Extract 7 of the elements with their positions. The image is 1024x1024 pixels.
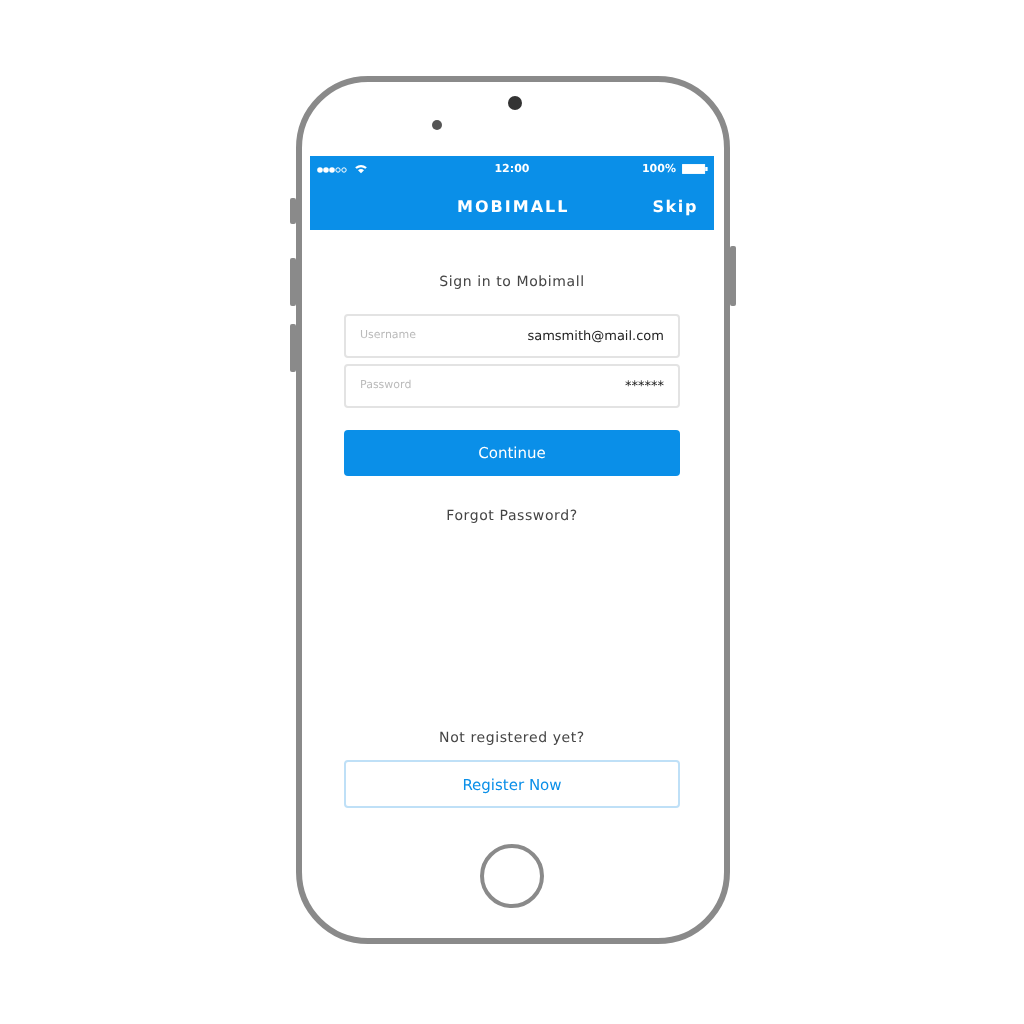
app-title: MOBIMALL (457, 197, 570, 215)
sensor-icon (431, 120, 441, 130)
signal-icon (316, 165, 348, 173)
battery-icon (681, 164, 708, 174)
home-button[interactable] (480, 844, 544, 908)
wifi-icon (354, 164, 368, 174)
camera-icon (507, 96, 521, 110)
